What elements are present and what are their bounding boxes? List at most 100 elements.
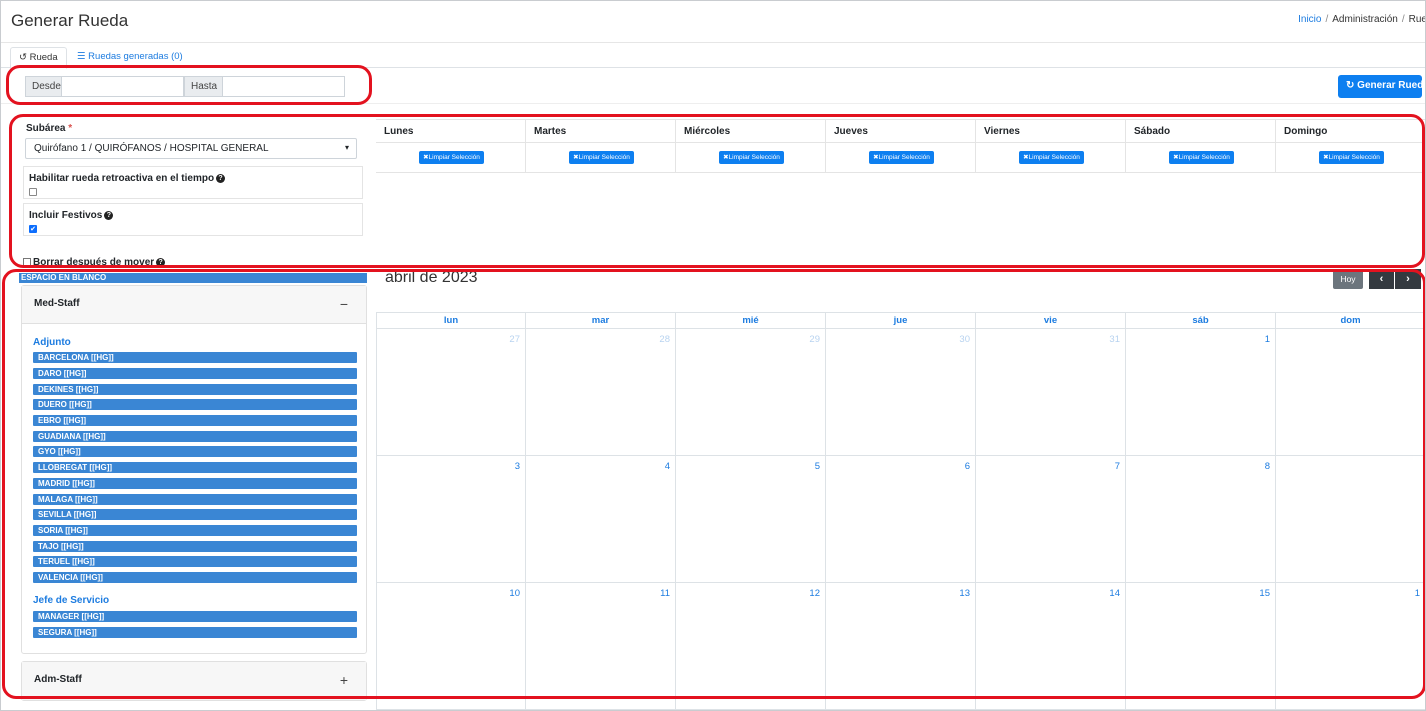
desde-input[interactable] bbox=[61, 76, 184, 97]
collapse-icon[interactable]: − bbox=[340, 296, 348, 312]
calendar-dow: dom bbox=[1276, 312, 1425, 329]
generate-rueda-button[interactable]: ↻ Generar Rueda bbox=[1338, 75, 1425, 98]
calendar-day-number[interactable]: 30 bbox=[959, 334, 970, 345]
calendar-day-number[interactable]: 15 bbox=[1259, 588, 1270, 599]
staff-item[interactable]: EBRO [[HG]] bbox=[33, 415, 357, 426]
calendar-day-cell[interactable]: 4 bbox=[526, 456, 676, 583]
question-icon: ? bbox=[104, 211, 114, 220]
list-icon: ☰ bbox=[77, 51, 86, 62]
calendar-day-number[interactable]: 29 bbox=[809, 334, 820, 345]
clear-selection-button[interactable]: ✖Limpiar Selección bbox=[569, 151, 634, 164]
calendar-day-cell[interactable]: 13 bbox=[826, 583, 976, 710]
calendar-day-number[interactable]: 5 bbox=[815, 461, 820, 472]
calendar-day-number[interactable]: 11 bbox=[660, 588, 670, 599]
staff-item[interactable]: DARO [[HG]] bbox=[33, 368, 357, 379]
tab-ruedas-generadas[interactable]: ☰ Ruedas generadas (0) bbox=[69, 47, 191, 69]
calendar-day-cell[interactable]: 28 bbox=[526, 329, 676, 456]
calendar-day-cell[interactable]: 29 bbox=[676, 329, 826, 456]
breadcrumb-current: Rue bbox=[1408, 14, 1426, 25]
calendar-day-cell[interactable]: 30 bbox=[826, 329, 976, 456]
staff-item[interactable]: GYO [[HG]] bbox=[33, 446, 357, 457]
clear-selection-button[interactable]: ✖Limpiar Selección bbox=[719, 151, 784, 164]
expand-icon[interactable]: + bbox=[340, 672, 348, 688]
calendar-day-cell[interactable]: 3 bbox=[376, 456, 526, 583]
hasta-label: Hasta bbox=[184, 76, 223, 97]
staff-item[interactable]: DEKINES [[HG]] bbox=[33, 384, 357, 395]
staff-item[interactable]: BARCELONA [[HG]] bbox=[33, 352, 357, 363]
clear-selection-button[interactable]: ✖Limpiar Selección bbox=[869, 151, 934, 164]
calendar-day-cell[interactable]: 27 bbox=[376, 329, 526, 456]
calendar-day-cell[interactable]: 12 bbox=[676, 583, 826, 710]
chevron-left-icon: ‹ bbox=[1379, 273, 1384, 285]
breadcrumb-admin[interactable]: Administración bbox=[1332, 14, 1398, 25]
breadcrumb: Inicio / Administración / Rue bbox=[1298, 14, 1426, 25]
calendar-day-number[interactable]: 8 bbox=[1265, 461, 1270, 472]
group-title-adjunto: Adjunto bbox=[33, 337, 71, 348]
calendar-day-number[interactable]: 13 bbox=[959, 588, 970, 599]
week-head: Martes bbox=[526, 119, 676, 143]
hasta-input[interactable] bbox=[222, 76, 345, 97]
adm-staff-header[interactable]: Adm-Staff + bbox=[22, 662, 366, 700]
calendar-day-cell[interactable]: 1 bbox=[1126, 329, 1276, 456]
calendar-day-cell[interactable]: 7 bbox=[976, 456, 1126, 583]
retroactive-checkbox[interactable] bbox=[29, 188, 37, 196]
calendar-day-number[interactable]: 1 bbox=[1265, 334, 1270, 345]
calendar-day-cell[interactable]: 5 bbox=[676, 456, 826, 583]
blank-space-item[interactable]: ESPACIO EN BLANCO bbox=[19, 273, 367, 283]
calendar-day-number[interactable]: 1 bbox=[1415, 588, 1420, 599]
staff-item[interactable]: GUADIANA [[HG]] bbox=[33, 431, 357, 442]
calendar-day-number[interactable]: 7 bbox=[1115, 461, 1120, 472]
subarea-label: Subárea * bbox=[26, 123, 73, 134]
subarea-value: Quirófano 1 / QUIRÓFANOS / HOSPITAL GENE… bbox=[34, 143, 269, 154]
calendar-day-number[interactable]: 6 bbox=[965, 461, 970, 472]
staff-item[interactable]: TERUEL [[HG]] bbox=[33, 556, 357, 567]
med-staff-header[interactable]: Med-Staff − bbox=[22, 286, 366, 324]
calendar-day-cell[interactable] bbox=[1276, 456, 1425, 583]
calendar-day-cell[interactable]: 11 bbox=[526, 583, 676, 710]
staff-item[interactable]: SORIA [[HG]] bbox=[33, 525, 357, 536]
next-month-button[interactable]: › bbox=[1395, 269, 1421, 289]
festivos-checkbox[interactable]: ✔ bbox=[29, 225, 37, 233]
borrar-checkbox[interactable] bbox=[23, 258, 31, 266]
week-head: Miércoles bbox=[676, 119, 826, 143]
calendar-day-cell[interactable]: 10 bbox=[376, 583, 526, 710]
breadcrumb-home-link[interactable]: Inicio bbox=[1298, 14, 1321, 25]
staff-item[interactable]: SEGURA [[HG]] bbox=[33, 627, 357, 638]
calendar-day-cell[interactable]: 31 bbox=[976, 329, 1126, 456]
calendar-day-number[interactable]: 27 bbox=[509, 334, 520, 345]
calendar-day-number[interactable]: 10 bbox=[509, 588, 520, 599]
calendar-day-cell[interactable] bbox=[1276, 329, 1425, 456]
clear-selection-button[interactable]: ✖Limpiar Selección bbox=[419, 151, 484, 164]
staff-item[interactable]: LLOBREGAT [[HG]] bbox=[33, 462, 357, 473]
clear-selection-button[interactable]: ✖Limpiar Selección bbox=[1169, 151, 1234, 164]
calendar-day-cell[interactable]: 6 bbox=[826, 456, 976, 583]
calendar-day-number[interactable]: 28 bbox=[659, 334, 670, 345]
calendar-day-number[interactable]: 14 bbox=[1109, 588, 1120, 599]
calendar-day-cell[interactable]: 14 bbox=[976, 583, 1126, 710]
staff-item[interactable]: DUERO [[HG]] bbox=[33, 399, 357, 410]
prev-month-button[interactable]: ‹ bbox=[1369, 269, 1394, 289]
calendar-day-cell[interactable]: 1 bbox=[1276, 583, 1425, 710]
calendar-title: abril de 2023 bbox=[385, 269, 478, 286]
calendar-day-number[interactable]: 3 bbox=[515, 461, 520, 472]
tab-rueda[interactable]: ↺ Rueda bbox=[10, 47, 67, 69]
staff-item[interactable]: SEVILLA [[HG]] bbox=[33, 509, 357, 520]
clear-selection-button[interactable]: ✖Limpiar Selección bbox=[1019, 151, 1084, 164]
page-header: Generar Rueda Inicio / Administración / Rue bbox=[1, 1, 1426, 43]
question-icon: ? bbox=[156, 258, 166, 267]
staff-item[interactable]: TAJO [[HG]] bbox=[33, 541, 357, 552]
calendar-day-cell[interactable]: 8 bbox=[1126, 456, 1276, 583]
clear-selection-button[interactable]: ✖Limpiar Selección bbox=[1319, 151, 1384, 164]
calendar-day-number[interactable]: 31 bbox=[1109, 334, 1120, 345]
calendar-day-number[interactable]: 4 bbox=[665, 461, 670, 472]
borrar-option[interactable]: Borrar después de mover? bbox=[23, 257, 166, 268]
staff-item[interactable]: MALAGA [[HG]] bbox=[33, 494, 357, 505]
calendar-day-cell[interactable]: 15 bbox=[1126, 583, 1276, 710]
staff-item[interactable]: MADRID [[HG]] bbox=[33, 478, 357, 489]
calendar-day-number[interactable]: 12 bbox=[809, 588, 820, 599]
staff-item[interactable]: VALENCIA [[HG]] bbox=[33, 572, 357, 583]
staff-item[interactable]: MANAGER [[HG]] bbox=[33, 611, 357, 622]
today-button[interactable]: Hoy bbox=[1333, 269, 1363, 289]
desde-label: Desde bbox=[25, 76, 62, 97]
subarea-select[interactable]: Quirófano 1 / QUIRÓFANOS / HOSPITAL GENE… bbox=[25, 138, 357, 159]
